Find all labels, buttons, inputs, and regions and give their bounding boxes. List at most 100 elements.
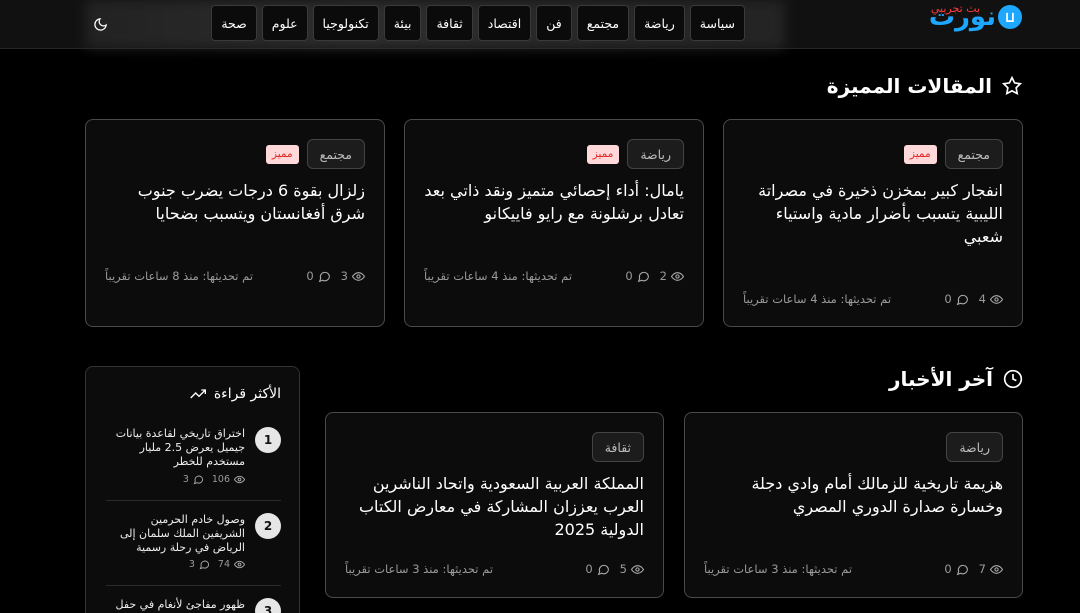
card-title[interactable]: زلزال بقوة 6 درجات يضرب جنوب شرق أفغانست… — [105, 179, 365, 225]
card-meta: 7 0 تم تحديثها: منذ 3 ساعات تقريباً — [704, 562, 1003, 576]
card-meta: 5 0 تم تحديثها: منذ 3 ساعات تقريباً — [345, 562, 644, 576]
comments-stat: 3 — [189, 559, 210, 570]
eye-icon — [234, 475, 245, 484]
category-tag[interactable]: رياضة — [946, 432, 1003, 462]
main-nav: سياسة رياضة مجتمع فن اقتصاد ثقافة بيئة ت… — [211, 5, 745, 41]
comments-stat: 0 — [585, 562, 609, 576]
most-read-item[interactable]: 1 اختراق تاريخي لقاعدة بيانات جيميل يعرض… — [106, 427, 281, 487]
card-meta: 2 0 تم تحديثها: منذ 4 ساعات تقريباً — [424, 269, 684, 283]
rank-badge: 1 — [255, 427, 281, 453]
featured-badge: مميز — [586, 144, 620, 164]
nav-item-science[interactable]: علوم — [261, 5, 308, 41]
nav-item-culture[interactable]: ثقافة — [426, 5, 473, 41]
views-stat: 4 — [979, 292, 1003, 306]
most-read-item-title[interactable]: اختراق تاريخي لقاعدة بيانات جيميل يعرض 2… — [106, 427, 245, 469]
comments-stat: 3 — [183, 474, 204, 485]
nav-item-environment[interactable]: بيئة — [383, 5, 422, 41]
comments-count: 0 — [585, 562, 593, 576]
eye-icon — [234, 560, 245, 569]
most-read-sidebar: الأكثر قراءة 1 اختراق تاريخي لقاعدة بيان… — [85, 366, 300, 613]
comment-icon — [956, 564, 968, 575]
most-read-item-title[interactable]: ظهور مفاجئ لأنغام في حفل — [106, 598, 245, 612]
rank-badge: 3 — [255, 598, 281, 613]
category-tag[interactable]: ثقافة — [591, 432, 644, 462]
comment-icon — [318, 271, 330, 282]
comments-count: 0 — [625, 269, 633, 283]
nav-item-politics[interactable]: سياسة — [689, 5, 745, 41]
most-read-item-stats: 106 3 — [183, 474, 245, 485]
comment-icon — [193, 475, 203, 485]
category-tag[interactable]: مجتمع — [944, 139, 1003, 169]
views-count: 4 — [978, 292, 986, 306]
nav-item-economy[interactable]: اقتصاد — [477, 5, 532, 41]
comments-stat: 0 — [625, 269, 649, 283]
views-count: 2 — [659, 269, 667, 283]
logo-subtitle: بث تجريبي — [930, 2, 980, 15]
category-tag[interactable]: مجتمع — [306, 139, 365, 169]
rank-badge: 2 — [255, 513, 281, 539]
eye-icon — [631, 564, 644, 574]
logo-mark-icon — [998, 5, 1022, 29]
comments-count: 0 — [944, 562, 952, 576]
updated-time: تم تحديثها: منذ 3 ساعات تقريباً — [345, 562, 494, 576]
nav-item-technology[interactable]: تكنولوجيا — [312, 5, 379, 41]
featured-card[interactable]: مجتمع مميز زلزال بقوة 6 درجات يضرب جنوب … — [85, 119, 385, 327]
most-read-item[interactable]: 2 وصول خادم الحرمين الشريفين الملك سلمان… — [106, 513, 281, 573]
nav-item-art[interactable]: فن — [536, 5, 572, 41]
updated-time: تم تحديثها: منذ 4 ساعات تقريباً — [424, 269, 573, 283]
card-title[interactable]: انفجار كبير بمخزن ذخيرة في مصراتة الليبي… — [743, 179, 1003, 248]
featured-title-text: المقالات المميزة — [826, 74, 992, 98]
views-count: 74 — [217, 559, 230, 570]
comments-count: 0 — [944, 292, 952, 306]
views-stat: 7 — [979, 562, 1003, 576]
featured-card[interactable]: رياضة مميز يامال: أداء إحصائي متميز ونقد… — [404, 119, 704, 327]
views-stat: 5 — [620, 562, 644, 576]
card-title[interactable]: المملكة العربية السعودية واتحاد الناشرين… — [345, 472, 644, 541]
most-read-title: الأكثر قراءة — [190, 386, 281, 402]
updated-time: تم تحديثها: منذ 3 ساعات تقريباً — [704, 562, 853, 576]
clock-icon — [1003, 369, 1023, 389]
site-header: سياسة رياضة مجتمع فن اقتصاد ثقافة بيئة ت… — [0, 0, 1080, 49]
nav-item-society[interactable]: مجتمع — [576, 5, 630, 41]
comments-stat: 0 — [944, 292, 968, 306]
card-meta: 4 0 تم تحديثها: منذ 4 ساعات تقريباً — [743, 292, 1003, 306]
divider — [106, 585, 281, 586]
updated-time: تم تحديثها: منذ 8 ساعات تقريباً — [105, 269, 254, 283]
most-read-item[interactable]: 3 ظهور مفاجئ لأنغام في حفل — [106, 598, 281, 613]
most-read-title-text: الأكثر قراءة — [213, 386, 281, 402]
comments-stat: 0 — [944, 562, 968, 576]
eye-icon — [990, 294, 1003, 304]
card-title[interactable]: هزيمة تاريخية للزمالك أمام وادي دجلة وخس… — [704, 472, 1003, 518]
category-tag[interactable]: رياضة — [627, 139, 684, 169]
most-read-item-stats: 74 3 — [189, 559, 245, 570]
comment-icon — [637, 271, 649, 282]
latest-title-text: آخر الأخبار — [888, 367, 993, 391]
eye-icon — [671, 271, 684, 281]
views-count: 7 — [978, 562, 986, 576]
featured-card[interactable]: مجتمع مميز انفجار كبير بمخزن ذخيرة في مص… — [723, 119, 1023, 327]
eye-icon — [352, 271, 365, 281]
news-card[interactable]: رياضة هزيمة تاريخية للزمالك أمام وادي دج… — [684, 412, 1023, 598]
views-stat: 2 — [660, 269, 684, 283]
comment-icon — [199, 560, 209, 570]
card-title[interactable]: يامال: أداء إحصائي متميز ونقد ذاتي بعد ت… — [424, 179, 684, 225]
views-count: 3 — [340, 269, 348, 283]
moon-icon[interactable] — [88, 12, 112, 36]
views-stat: 3 — [341, 269, 365, 283]
views-count: 5 — [619, 562, 627, 576]
card-meta: 3 0 تم تحديثها: منذ 8 ساعات تقريباً — [105, 269, 365, 283]
news-card[interactable]: ثقافة المملكة العربية السعودية واتحاد ال… — [325, 412, 664, 598]
views-count: 106 — [211, 474, 230, 485]
most-read-item-title[interactable]: وصول خادم الحرمين الشريفين الملك سلمان إ… — [106, 513, 245, 555]
comment-icon — [597, 564, 609, 575]
views-stat: 106 — [212, 474, 245, 485]
divider — [106, 500, 281, 501]
nav-item-health[interactable]: صحة — [211, 5, 257, 41]
comments-count: 3 — [182, 474, 189, 485]
star-icon — [1002, 76, 1022, 96]
nav-item-sports[interactable]: رياضة — [634, 5, 685, 41]
featured-badge: مميز — [265, 144, 299, 164]
latest-section-title: آخر الأخبار — [889, 367, 1023, 391]
updated-time: تم تحديثها: منذ 4 ساعات تقريباً — [743, 292, 892, 306]
comments-count: 3 — [188, 559, 195, 570]
